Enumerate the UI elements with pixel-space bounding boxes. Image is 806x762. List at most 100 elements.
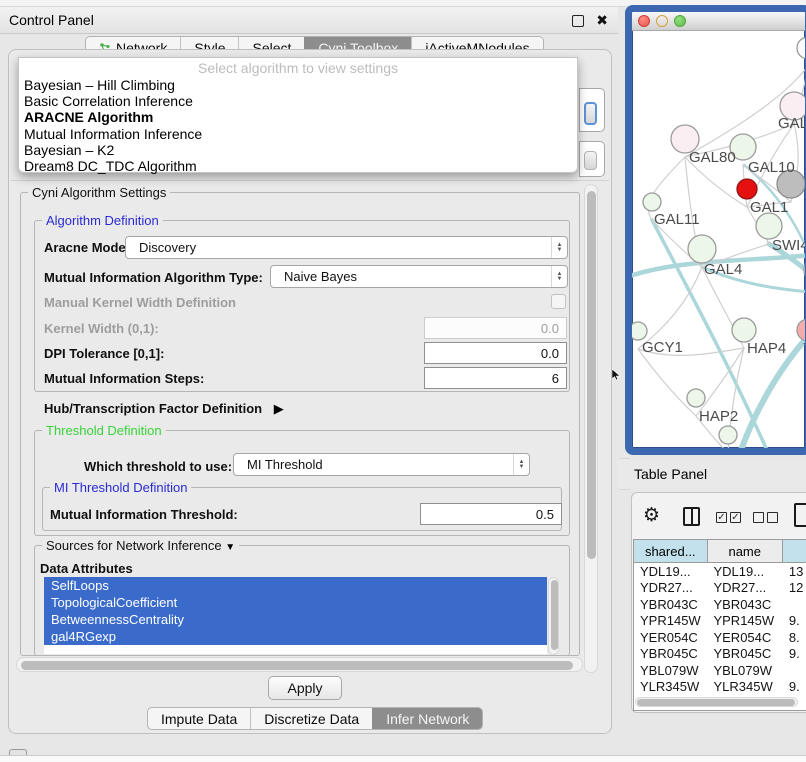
- close-icon[interactable]: ✖: [596, 12, 608, 29]
- network-node-label: GAL80: [689, 149, 736, 166]
- gray-stepper: [584, 151, 597, 170]
- mi-type-value: Naive Bayes: [284, 269, 551, 284]
- kernel-width-field[interactable]: 0.0: [424, 317, 567, 339]
- control-panel-titlebar: Control Panel ✖: [0, 7, 618, 34]
- table-cell: 9.: [783, 679, 806, 694]
- close-traffic-light-icon[interactable]: [638, 15, 650, 27]
- table-cell: 9.: [783, 646, 806, 661]
- network-node[interactable]: [797, 319, 805, 341]
- table-row[interactable]: YBR043CYBR043C: [634, 596, 806, 613]
- table-cell: YDL19...: [634, 564, 707, 579]
- dpi-tolerance-label: DPI Tolerance [0,1]:: [44, 346, 164, 361]
- zoom-traffic-light-icon[interactable]: [674, 15, 686, 27]
- data-attributes-label: Data Attributes: [40, 561, 133, 576]
- network-node[interactable]: [719, 426, 737, 444]
- minimize-traffic-light-icon[interactable]: [656, 15, 668, 27]
- settings-vscrollbar[interactable]: [584, 184, 598, 673]
- attribute-topologicalcoefficient[interactable]: TopologicalCoefficient: [44, 594, 547, 611]
- table-row[interactable]: YER054CYER054C8.: [634, 629, 806, 646]
- manual-kernel-label: Manual Kernel Width Definition: [44, 295, 236, 310]
- network-node[interactable]: [732, 318, 756, 342]
- network-node[interactable]: [687, 389, 705, 407]
- control-panel-title: Control Panel: [9, 12, 94, 28]
- which-threshold-combo[interactable]: MI Threshold ▲▼: [233, 453, 530, 476]
- bottom-strip: [0, 755, 806, 762]
- network-node[interactable]: [804, 256, 805, 284]
- data-attributes-list[interactable]: SelfLoopsTopologicalCoefficientBetweenne…: [44, 577, 547, 654]
- manual-kernel-checkbox[interactable]: [551, 294, 566, 309]
- column-header-name[interactable]: name: [708, 540, 783, 562]
- network-combo-fragment[interactable]: [579, 141, 605, 177]
- tab-label: Infer Network: [386, 711, 469, 727]
- table-hscrollbar-thumb[interactable]: [637, 699, 795, 706]
- table-row[interactable]: YDR27...YDR27...12: [634, 580, 806, 597]
- column-header-partial[interactable]: [783, 540, 806, 562]
- network-node[interactable]: [756, 213, 782, 239]
- attribute-selfloops[interactable]: SelfLoops: [44, 577, 547, 594]
- threshold-title: Threshold Definition: [42, 424, 166, 437]
- network-node-label: GAL1: [750, 199, 788, 216]
- which-threshold-label: Which threshold to use:: [84, 459, 232, 474]
- checkbox-unchecked-icon[interactable]: [767, 512, 778, 523]
- table-cell: YLR345W: [707, 679, 782, 694]
- table-rows[interactable]: YDL19...YDL19...13YDR27...YDR27...12YBR0…: [634, 563, 806, 696]
- aracne-mode-label: Aracne Mode:: [44, 240, 130, 255]
- popup-item-mutual-information-inference[interactable]: Mutual Information Inference: [19, 126, 577, 142]
- aracne-mode-combo[interactable]: Discovery ▲▼: [125, 236, 568, 259]
- attribute-gal4rgexp[interactable]: gal4RGexp: [44, 628, 547, 645]
- popup-item-bayesian-hill-climbing[interactable]: Bayesian – Hill Climbing: [19, 77, 577, 93]
- table-cell: YBR043C: [707, 597, 782, 612]
- mi-threshold-field[interactable]: 0.5: [420, 503, 562, 525]
- attribute-betweennesscentrality[interactable]: BetweennessCentrality: [44, 611, 547, 628]
- network-node[interactable]: [737, 179, 757, 199]
- kernel-width-label: Kernel Width (0,1):: [44, 321, 159, 336]
- column-header-shared[interactable]: shared...: [634, 540, 708, 562]
- table-row[interactable]: YIL052CYIL052C9.: [634, 695, 806, 696]
- mi-type-combo[interactable]: Naive Bayes ▲▼: [270, 265, 568, 288]
- network-node[interactable]: [797, 37, 805, 59]
- network-node-label: SWI4: [772, 237, 805, 254]
- sources-title-toggle[interactable]: Sources for Network Inference ▼: [42, 539, 239, 554]
- table-row[interactable]: YDL19...YDL19...13: [634, 563, 806, 580]
- bottom-tab-bar: Impute DataDiscretize Data Infer Network: [147, 707, 483, 730]
- node-table[interactable]: shared...name YDL19...YDL19...13YDR27...…: [633, 539, 806, 711]
- split-columns-icon[interactable]: [683, 507, 700, 526]
- mi-threshold-title: MI Threshold Definition: [50, 481, 191, 494]
- table-cell: YPR145W: [707, 613, 782, 628]
- inference-algorithm-combo-fragment[interactable]: [579, 88, 605, 132]
- algorithm-definition-title: Algorithm Definition: [42, 214, 163, 227]
- attr-list-scrollbar[interactable]: [548, 577, 559, 655]
- network-titlebar[interactable]: [632, 12, 805, 31]
- popup-item-aracne-algorithm[interactable]: ARACNE Algorithm: [19, 109, 577, 125]
- hub-section-toggle[interactable]: Hub/Transcription Factor Definition ▶: [44, 401, 284, 417]
- mi-steps-field[interactable]: 6: [424, 367, 567, 389]
- tab-impute-data[interactable]: Impute Data: [148, 708, 250, 729]
- dpi-tolerance-field[interactable]: 0.0: [424, 342, 567, 364]
- table-row[interactable]: YBR045CYBR045C9.: [634, 646, 806, 663]
- document-icon[interactable]: [794, 503, 806, 527]
- checkbox-unchecked-icon[interactable]: [753, 512, 764, 523]
- float-window-icon[interactable]: [572, 15, 584, 27]
- table-header-row[interactable]: shared...name: [634, 540, 806, 563]
- algorithm-popup: Select algorithm to view settings Bayesi…: [18, 57, 578, 173]
- tab-infer-network[interactable]: Infer Network: [372, 708, 482, 729]
- tab-discretize-data[interactable]: Discretize Data: [250, 708, 372, 729]
- table-row[interactable]: YLR345WYLR345W9.: [634, 679, 806, 696]
- network-node[interactable]: [688, 235, 716, 263]
- table-row[interactable]: YPR145WYPR145W9.: [634, 613, 806, 630]
- network-node[interactable]: [632, 322, 647, 340]
- checkbox-checked-icon[interactable]: ✓: [716, 512, 727, 523]
- network-node-label: Y: [803, 340, 805, 357]
- settings-hscrollbar[interactable]: [16, 657, 583, 672]
- network-node[interactable]: [643, 193, 661, 211]
- network-node-label: GAL11: [654, 211, 700, 228]
- network-canvas[interactable]: GALGAL80GAL10GAL1GAL11SWI4GAL4GCY1HAP4YH…: [632, 30, 805, 448]
- table-row[interactable]: YBL079WYBL079W: [634, 662, 806, 679]
- gear-icon[interactable]: ⚙: [643, 504, 660, 527]
- popup-item-dream8-dc-tdc-algorithm[interactable]: Dream8 DC_TDC Algorithm: [19, 158, 577, 174]
- popup-item-bayesian-k2[interactable]: Bayesian – K2: [19, 142, 577, 158]
- checkbox-checked-icon[interactable]: ✓: [730, 512, 741, 523]
- popup-item-basic-correlation-inference[interactable]: Basic Correlation Inference: [19, 93, 577, 109]
- stepper-icon: ▲▼: [551, 237, 567, 258]
- apply-button[interactable]: Apply: [268, 676, 342, 700]
